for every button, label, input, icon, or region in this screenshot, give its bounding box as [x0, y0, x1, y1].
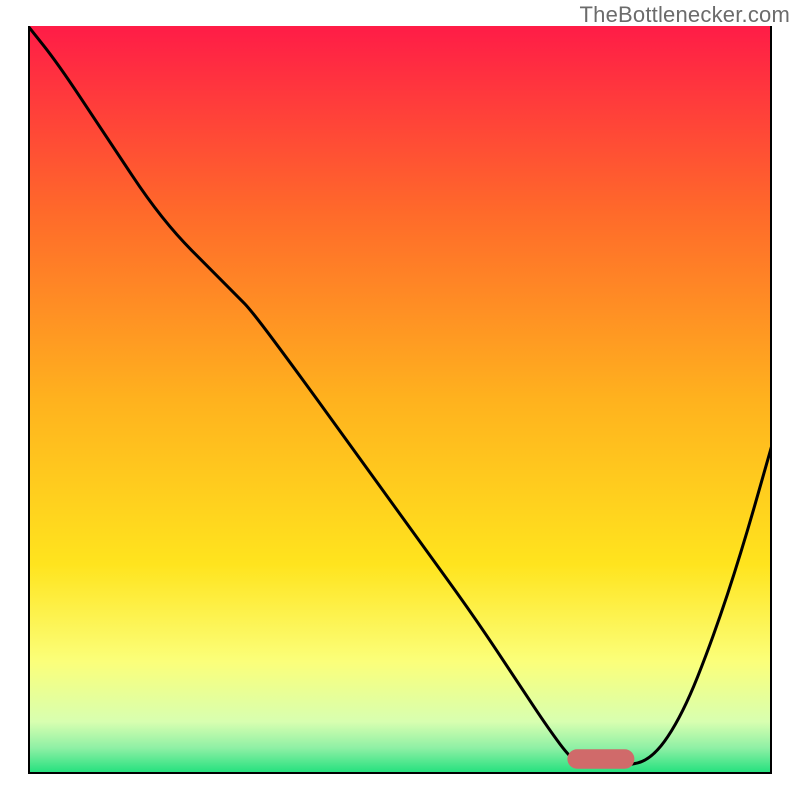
watermark-text: TheBottlenecker.com [580, 2, 790, 28]
axes [28, 26, 772, 774]
plot-area [28, 26, 772, 774]
chart-frame: TheBottlenecker.com [0, 0, 800, 800]
